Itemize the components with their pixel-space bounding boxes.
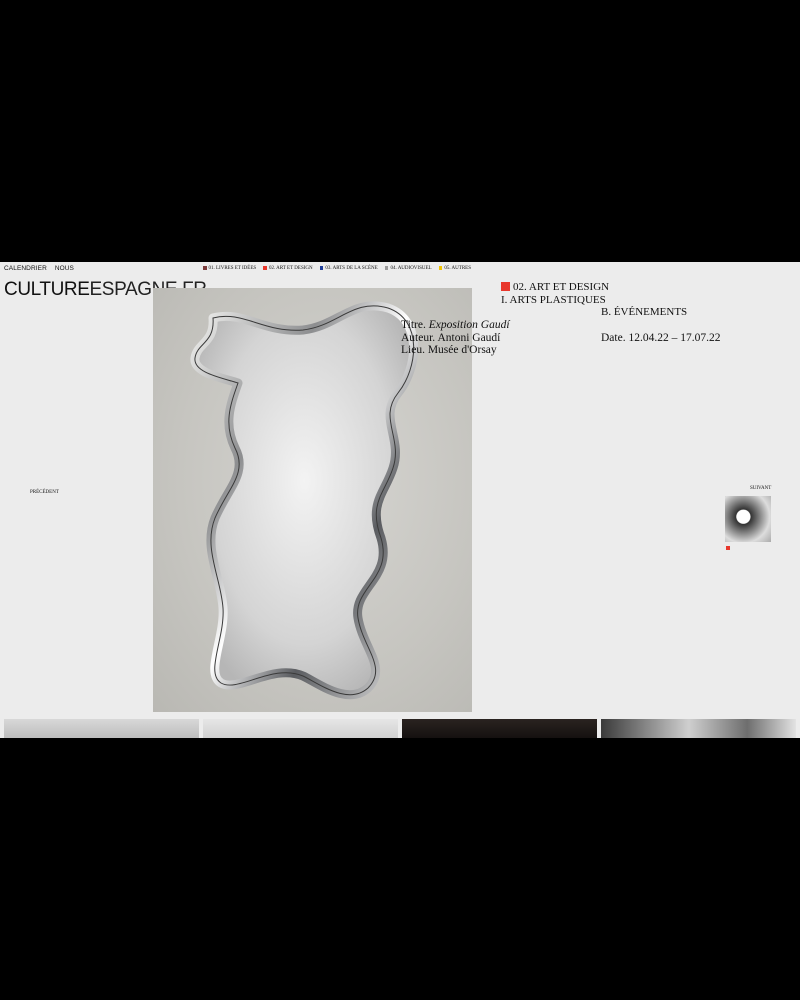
category-dot bbox=[319, 266, 324, 270]
event-date: Date. 12.04.22 – 17.07.22 bbox=[601, 332, 721, 344]
category-link-autres[interactable]: 05. AUTRES bbox=[438, 266, 471, 271]
category-link-audiovisuel[interactable]: 04. AUDIOVISUEL bbox=[384, 266, 432, 271]
category-link-art[interactable]: 02. ART ET DESIGN bbox=[263, 266, 313, 271]
category-dot bbox=[203, 266, 207, 270]
nav-calendar-link[interactable]: CALENDRIER bbox=[4, 265, 47, 272]
place-row: Lieu. Musée d'Orsay bbox=[401, 344, 510, 357]
thumbnail-red-marker bbox=[726, 546, 730, 550]
category-block: 02. ART ET DESIGN I. ARTS PLASTIQUES bbox=[501, 281, 609, 306]
event-type[interactable]: B. ÉVÉNEMENTS bbox=[601, 306, 687, 318]
top-nav: CALENDRIER NOUS bbox=[4, 265, 80, 272]
category-link-livres[interactable]: 01. LIVRES ET IDÉES bbox=[203, 266, 256, 271]
category-sub[interactable]: I. ARTS PLASTIQUES bbox=[501, 294, 609, 307]
author-label: Auteur. bbox=[401, 331, 436, 344]
gallery-thumb-3[interactable] bbox=[402, 719, 597, 738]
place-label: Lieu. bbox=[401, 344, 425, 356]
category-red-square bbox=[501, 282, 510, 291]
page: CALENDRIER NOUS 01. LIVRES ET IDÉES 02. … bbox=[0, 262, 800, 738]
category-label: 01. LIVRES ET IDÉES bbox=[208, 266, 257, 271]
category-dot bbox=[438, 266, 443, 270]
next-thumbnail[interactable] bbox=[725, 496, 771, 542]
category-label: 03. ARTS DE LA SCÈNE bbox=[325, 266, 378, 271]
category-label: 05. AUTRES bbox=[444, 266, 471, 271]
article-title: Exposition Gaudí bbox=[428, 319, 510, 331]
category-dot bbox=[263, 266, 267, 270]
category-link-scene[interactable]: 03. ARTS DE LA SCÈNE bbox=[319, 266, 378, 271]
logo-bold: CULTURE bbox=[4, 279, 90, 300]
category-main[interactable]: 02. ART ET DESIGN bbox=[501, 281, 609, 294]
gallery-thumb-1[interactable] bbox=[4, 719, 199, 738]
category-label: 04. AUDIOVISUEL bbox=[390, 266, 432, 271]
nav-about-link[interactable]: NOUS bbox=[55, 265, 74, 272]
category-label: 02. ART ET DESIGN bbox=[268, 266, 313, 271]
author-row: Auteur. Antoni Gaudí bbox=[401, 332, 510, 345]
gallery-thumb-4[interactable] bbox=[601, 719, 796, 738]
article-place: Musée d'Orsay bbox=[427, 344, 497, 356]
next-link[interactable]: SUIVANT bbox=[750, 486, 771, 491]
article-meta: Titre. Exposition Gaudí Auteur. Antoni G… bbox=[401, 319, 510, 357]
title-label: Titre. bbox=[401, 319, 426, 331]
article-author: Antoni Gaudí bbox=[437, 331, 501, 344]
gallery-thumb-2[interactable] bbox=[203, 719, 398, 738]
category-main-label: 02. ART ET DESIGN bbox=[513, 281, 610, 293]
title-row: Titre. Exposition Gaudí bbox=[401, 319, 510, 332]
category-dot bbox=[384, 266, 389, 270]
category-nav: 01. LIVRES ET IDÉES 02. ART ET DESIGN 03… bbox=[203, 266, 477, 271]
previous-link[interactable]: PRÉCÉDENT bbox=[30, 490, 59, 495]
